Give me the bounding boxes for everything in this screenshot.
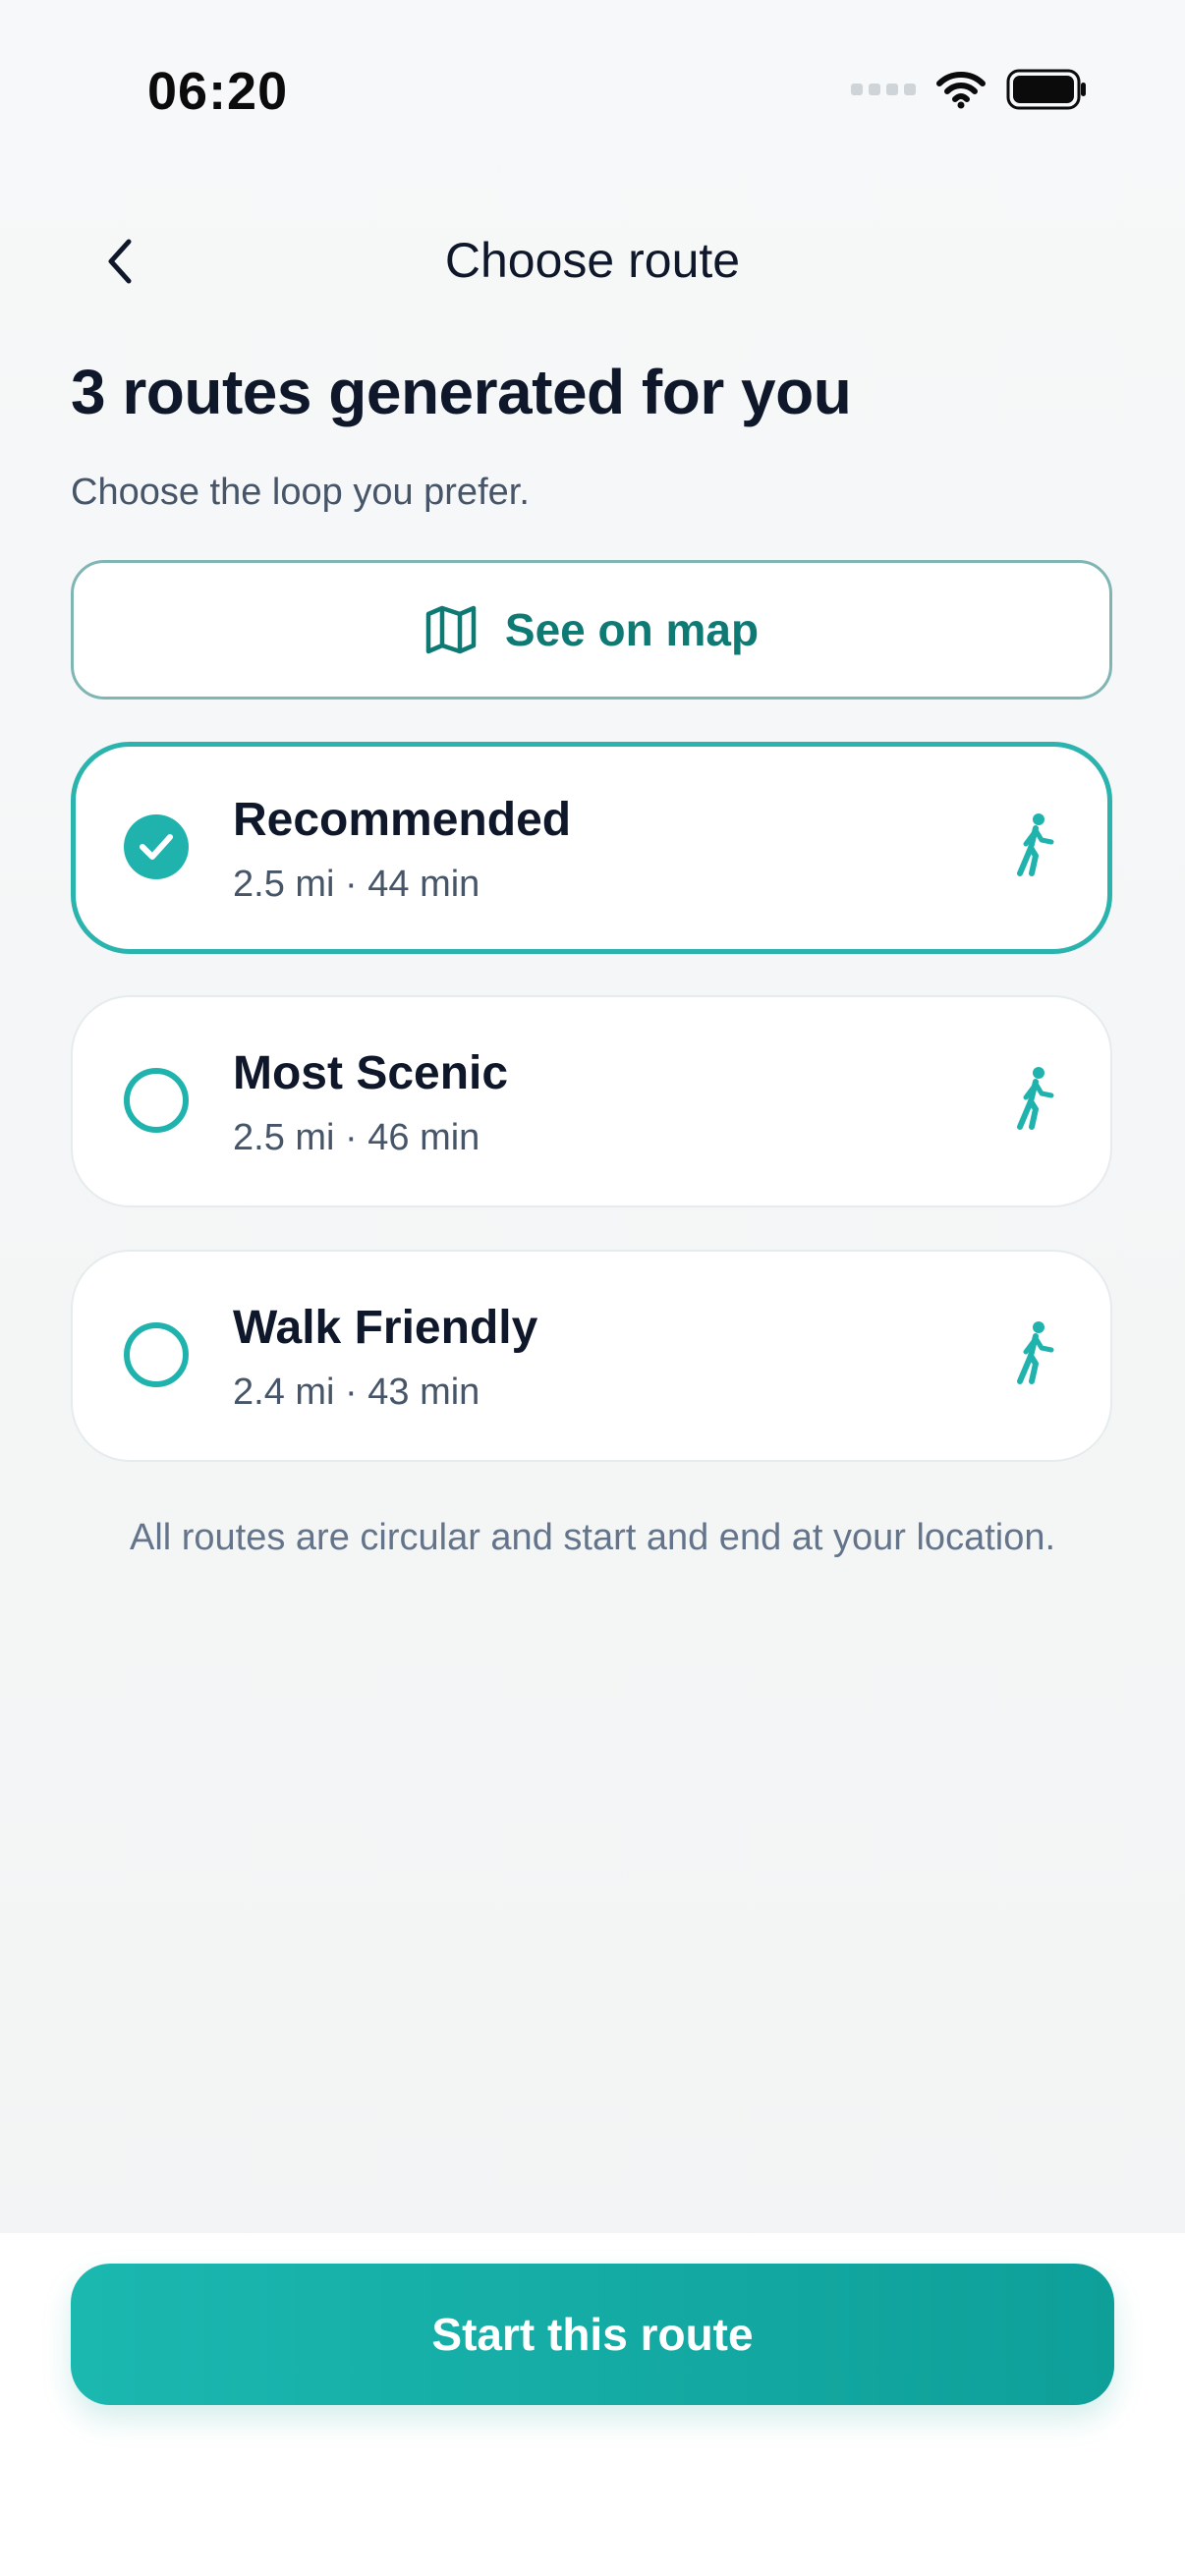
routes-footnote: All routes are circular and start and en… <box>129 1517 1056 1558</box>
start-route-label: Start this route <box>431 2309 754 2360</box>
radio-selected[interactable] <box>124 814 189 879</box>
walking-person-icon <box>1017 1067 1054 1130</box>
route-option-walk-friendly[interactable]: Walk Friendly 2.4 mi · 43 min <box>71 1250 1112 1462</box>
radio-unselected[interactable] <box>124 1322 189 1387</box>
route-option-most-scenic[interactable]: Most Scenic 2.5 mi · 46 min <box>71 995 1112 1207</box>
map-icon <box>425 605 477 654</box>
route-name: Most Scenic <box>233 1047 509 1099</box>
route-meta: 2.4 mi · 43 min <box>233 1372 480 1413</box>
route-meta: 2.5 mi · 46 min <box>233 1117 480 1158</box>
see-on-map-label: See on map <box>504 604 760 655</box>
route-name: Walk Friendly <box>233 1302 538 1354</box>
battery-icon <box>1006 69 1086 110</box>
route-option-recommended[interactable]: Recommended 2.5 mi · 44 min <box>71 742 1112 954</box>
bottom-action-bar: Start this route <box>0 2233 1185 2576</box>
header: Choose route <box>0 216 1185 305</box>
see-on-map-button[interactable]: See on map <box>71 560 1112 700</box>
routes-subtitle: Choose the loop you prefer. <box>71 472 530 513</box>
route-meta: 2.5 mi · 44 min <box>233 864 480 905</box>
radio-unselected[interactable] <box>124 1068 189 1133</box>
status-icons <box>851 69 1087 110</box>
start-route-button[interactable]: Start this route <box>71 2264 1114 2405</box>
cellular-signal-icon <box>851 84 916 95</box>
wifi-icon <box>936 72 986 109</box>
check-icon <box>140 834 173 860</box>
walking-person-icon <box>1017 1321 1054 1384</box>
status-bar: 06:20 <box>0 0 1185 196</box>
walking-person-icon <box>1017 813 1054 876</box>
route-name: Recommended <box>233 794 572 846</box>
status-time: 06:20 <box>147 62 289 121</box>
page-title: Choose route <box>444 233 741 288</box>
routes-headline: 3 routes generated for you <box>71 357 852 427</box>
